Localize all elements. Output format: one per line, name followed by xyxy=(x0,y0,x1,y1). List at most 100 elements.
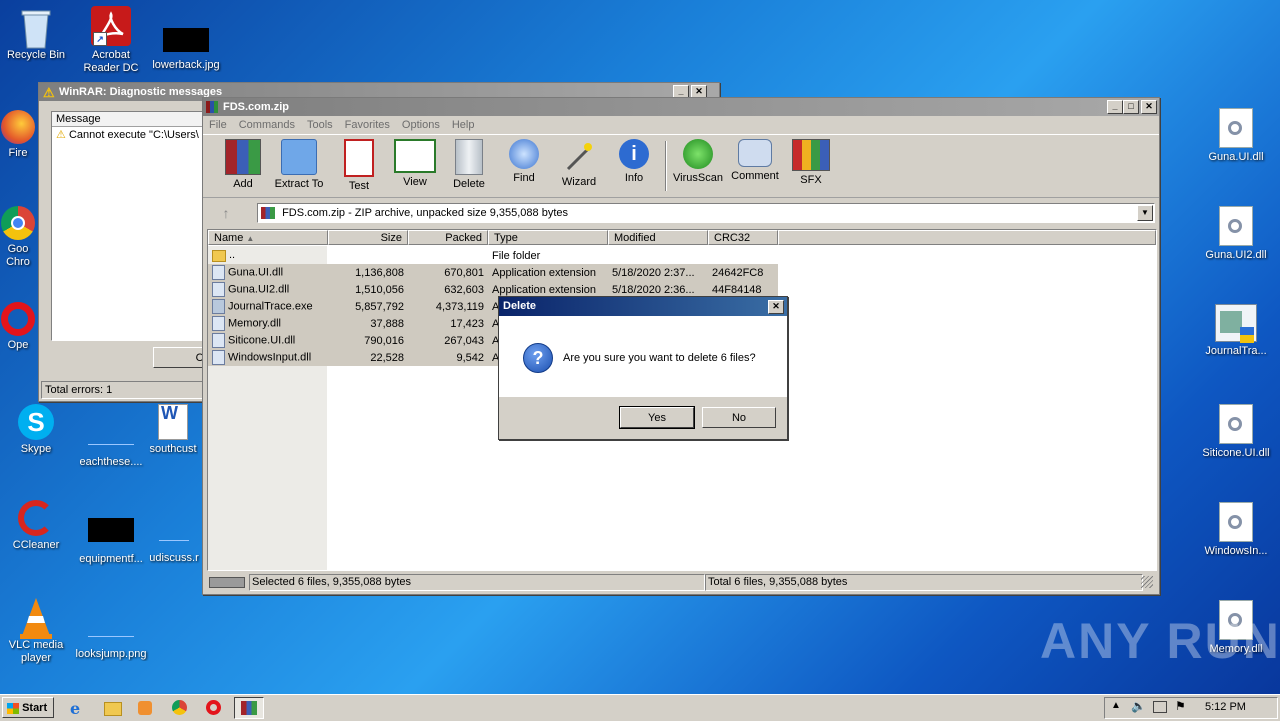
desktop-icon-eachthese[interactable]: eachthese.... xyxy=(73,404,149,469)
image-file-icon xyxy=(88,610,134,637)
status-total: Total 6 files, 9,355,088 bytes xyxy=(705,574,1143,591)
no-button[interactable]: No xyxy=(702,407,776,428)
menu-options[interactable]: Options xyxy=(402,119,440,131)
desktop-icon-guna-ui2[interactable]: Guna.UI2.dll xyxy=(1198,206,1274,262)
desktop-icon-acrobat[interactable]: ↗ Acrobat Reader DC xyxy=(73,6,149,75)
desktop-icon-siticone-ui[interactable]: Siticone.UI.dll xyxy=(1198,404,1274,460)
desktop-icon-recycle-bin[interactable]: Recycle Bin xyxy=(0,6,74,62)
desktop-icon-guna-ui[interactable]: Guna.UI.dll xyxy=(1198,108,1274,164)
file-packed: 670,801 xyxy=(408,264,488,281)
comment-button[interactable]: Comment xyxy=(727,139,783,182)
address-bar[interactable]: FDS.com.zip - ZIP archive, unpacked size… xyxy=(257,203,1155,223)
resize-grip-icon[interactable] xyxy=(1141,576,1153,588)
dialog-close-button[interactable]: ✕ xyxy=(768,300,784,314)
winrar-taskbar-button[interactable] xyxy=(234,697,264,719)
test-label: Test xyxy=(348,180,370,192)
desktop-icon-label: JournalTra... xyxy=(1205,345,1267,357)
info-button[interactable]: i Info xyxy=(606,139,662,184)
delete-label: Delete xyxy=(453,178,485,190)
add-button[interactable]: Add xyxy=(215,139,271,190)
magnifier-icon xyxy=(509,139,539,169)
action-center-flag-icon[interactable]: ⚑ xyxy=(1175,699,1186,713)
executable-icon xyxy=(1215,304,1257,343)
menu-commands[interactable]: Commands xyxy=(239,119,295,131)
explorer-folder-icon[interactable] xyxy=(104,699,124,717)
file-name: Guna.UI2.dll xyxy=(228,283,290,296)
desktop-icon-lowerback[interactable]: lowerback.jpg xyxy=(148,6,224,72)
tray-expand-icon[interactable]: ▲ xyxy=(1111,700,1121,711)
menu-file[interactable]: File xyxy=(209,119,227,131)
message-row[interactable]: ⚠ Cannot execute "C:\Users\ xyxy=(52,127,212,143)
winrar-titlebar[interactable]: FDS.com.zip _ □ ✕ xyxy=(203,98,1159,116)
column-crc32[interactable]: CRC32 xyxy=(708,230,778,245)
desktop-icon-label: Siticone.UI.dll xyxy=(1202,447,1270,459)
desktop-icon-southcust[interactable]: W southcust xyxy=(148,404,198,456)
close-button[interactable]: ✕ xyxy=(1141,100,1157,114)
extract-to-button[interactable]: Extract To xyxy=(271,139,327,190)
menu-help[interactable]: Help xyxy=(452,119,475,131)
dll-file-icon xyxy=(212,333,225,348)
file-packed: 17,423 xyxy=(408,315,488,332)
start-button[interactable]: Start xyxy=(2,697,54,718)
desktop-icon-equipmentf[interactable]: equipmentf... xyxy=(73,500,149,566)
column-headers: Name ▲ Size Packed Type Modified CRC32 xyxy=(208,230,1156,246)
question-icon: ? xyxy=(523,343,553,373)
maximize-button[interactable]: □ xyxy=(1123,100,1139,114)
file-icon xyxy=(88,418,134,445)
ie-icon[interactable]: e xyxy=(70,699,90,718)
desktop-icon-skype[interactable]: S Skype xyxy=(0,404,74,456)
opera-icon[interactable] xyxy=(206,699,226,717)
word-document-icon: W xyxy=(158,404,188,440)
volume-icon[interactable]: 🔈 xyxy=(1131,699,1146,713)
table-row-parent[interactable]: .. File folder xyxy=(208,247,778,264)
delete-dialog-title: Delete xyxy=(503,300,537,312)
desktop-icon-journaltrace[interactable]: JournalTra... xyxy=(1198,304,1274,358)
desktop-icon-label: VLC media player xyxy=(8,639,64,664)
desktop-icon-udiscuss[interactable]: udiscuss.r xyxy=(148,500,200,565)
minimize-button[interactable]: _ xyxy=(1107,100,1123,114)
table-row[interactable]: Guna.UI.dll 1,136,808 670,801 Applicatio… xyxy=(208,264,778,281)
column-packed[interactable]: Packed xyxy=(408,230,488,245)
wizard-button[interactable]: Wizard xyxy=(551,139,607,188)
desktop-icon-ccleaner[interactable]: CCleaner xyxy=(0,500,74,552)
desktop-icon-windowsinput[interactable]: WindowsIn... xyxy=(1198,502,1274,558)
find-button[interactable]: Find xyxy=(496,139,552,184)
virus-scan-icon xyxy=(683,139,713,169)
up-button[interactable]: ↑ xyxy=(209,203,243,223)
sfx-button[interactable]: SFX xyxy=(783,139,839,186)
comment-icon xyxy=(738,139,772,167)
menu-tools[interactable]: Tools xyxy=(307,119,333,131)
winrar-title: FDS.com.zip xyxy=(223,101,290,113)
desktop-icon-chrome[interactable]: Goo Chro xyxy=(0,206,38,269)
desktop-icon-label: Goo Chro xyxy=(6,243,30,268)
delete-dialog-titlebar[interactable]: Delete ✕ xyxy=(499,297,787,316)
delete-button[interactable]: Delete xyxy=(441,139,497,190)
image-thumbnail-icon xyxy=(163,28,209,52)
acrobat-icon: ↗ xyxy=(91,6,131,46)
desktop-icon-opera[interactable]: Ope xyxy=(0,302,38,352)
yes-button[interactable]: Yes xyxy=(619,406,695,429)
media-player-icon[interactable] xyxy=(138,699,158,717)
column-type[interactable]: Type xyxy=(488,230,608,245)
chrome-icon[interactable] xyxy=(172,699,192,717)
column-modified[interactable]: Modified xyxy=(608,230,708,245)
desktop-icon-label: Guna.UI.dll xyxy=(1208,151,1264,163)
desktop-icon-looksjump[interactable]: looksjump.png xyxy=(73,596,149,661)
network-icon[interactable] xyxy=(1153,701,1167,713)
menu-favorites[interactable]: Favorites xyxy=(345,119,390,131)
view-button[interactable]: View xyxy=(387,139,443,188)
desktop-icon-label: southcust xyxy=(149,443,197,455)
test-button[interactable]: Test xyxy=(331,139,387,192)
file-packed: 267,043 xyxy=(408,332,488,349)
message-list[interactable]: Message ⚠ Cannot execute "C:\Users\ xyxy=(51,111,213,341)
column-name[interactable]: Name ▲ xyxy=(208,230,328,245)
virusscan-button[interactable]: VirusScan xyxy=(670,139,726,184)
magic-wand-icon xyxy=(562,139,596,173)
desktop-icon-vlc[interactable]: VLC media player xyxy=(0,596,74,665)
file-size: 22,528 xyxy=(328,349,408,366)
message-column-header[interactable]: Message xyxy=(52,112,212,127)
clock[interactable]: 5:12 PM xyxy=(1205,701,1246,713)
desktop-icon-firefox[interactable]: Fire xyxy=(0,110,38,160)
address-dropdown-button[interactable]: ▼ xyxy=(1137,205,1153,221)
column-size[interactable]: Size xyxy=(328,230,408,245)
